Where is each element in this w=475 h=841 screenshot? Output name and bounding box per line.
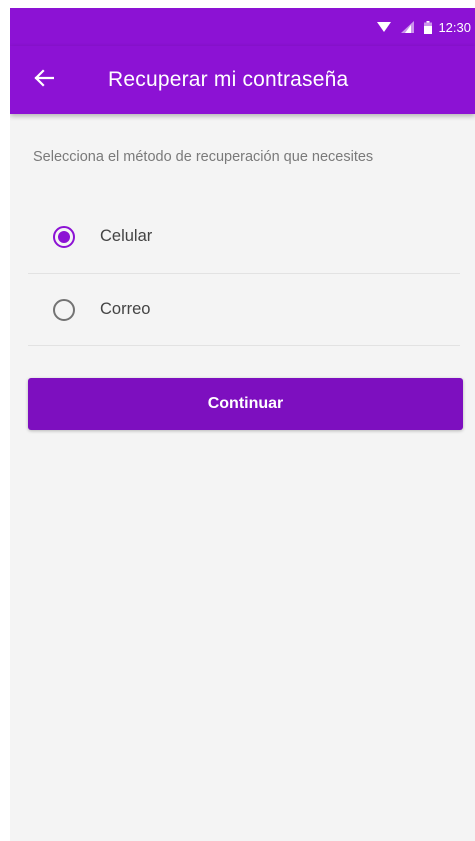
battery-icon xyxy=(424,20,433,34)
option-celular[interactable]: Celular xyxy=(28,200,460,274)
radio-button-correo[interactable] xyxy=(53,298,75,321)
option-label-correo: Correo xyxy=(100,300,151,318)
status-bar: 12:30 xyxy=(10,8,475,46)
status-time: 12:30 xyxy=(438,19,471,35)
instruction-text: Selecciona el método de recuperación que… xyxy=(33,149,374,165)
option-correo[interactable]: Correo xyxy=(28,274,460,346)
arrow-back-icon xyxy=(34,68,55,92)
signal-icon xyxy=(401,21,415,33)
continue-button[interactable]: Continuar xyxy=(28,378,463,430)
recovery-options: Celular Correo xyxy=(10,200,475,346)
app-bar: Recuperar mi contraseña xyxy=(10,46,475,114)
page-title: Recuperar mi contraseña xyxy=(108,68,349,91)
wifi-icon xyxy=(377,21,392,33)
radio-button-celular[interactable] xyxy=(53,225,75,248)
content: Selecciona el método de recuperación que… xyxy=(10,114,475,430)
option-label-celular: Celular xyxy=(100,227,153,245)
screen: 12:30 Recuperar mi contraseña Selecciona… xyxy=(10,8,475,841)
back-button[interactable] xyxy=(22,58,66,102)
